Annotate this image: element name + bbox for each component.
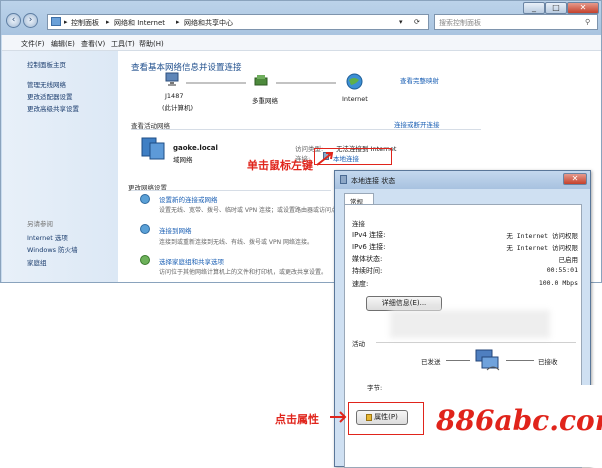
status-row-label: 持续时间: [352,267,383,275]
address-bar[interactable]: ▸ 控制面板 ▸ 网络和 Internet ▸ 网络和共享中心 ▾ ⟳ [47,14,429,30]
see-also-title: 另请参阅 [27,220,53,228]
menu-edit[interactable]: 编辑(E) [51,39,75,49]
connect-disconnect-link[interactable]: 连接或断开连接 [394,119,440,129]
breadcrumb-item-control-panel[interactable]: 控制面板 [71,18,99,28]
map-connector-line [276,82,336,84]
computer-icon [165,71,181,87]
map-node-network-label: 多重网络 [252,97,278,105]
status-row-label: IPv6 连接: [352,243,386,251]
folder-icon [51,17,61,26]
status-row: 媒体状态: 已启用 [352,254,578,264]
bytes-label: 字节: [367,384,383,392]
status-row: IPv4 连接: 无 Internet 访问权限 [352,230,578,240]
menu-bar: 文件(F) 编辑(E) 查看(V) 工具(T) 帮助(H) [2,35,601,51]
annotation-arrow [316,152,334,166]
breadcrumb-separator: ▸ [64,18,68,26]
annotation-left-click: 单击鼠标左键 [247,159,313,172]
divider [376,342,576,343]
status-row: 持续时间: 00:55:01 [352,266,578,276]
task-connect-network[interactable]: 连接到网络 [159,225,192,235]
close-button[interactable]: ✕ [567,2,599,14]
ethernet-icon [340,175,347,184]
network-icon [253,73,269,89]
connection-section-title: 连接 [352,220,365,228]
local-connection-link[interactable]: 本地连接 [333,153,359,163]
full-map-link[interactable]: 查看完整映射 [400,75,439,85]
sidebar-item-firewall[interactable]: Windows 防火墙 [27,244,78,254]
received-line [506,360,534,361]
blurred-region [390,310,550,338]
annotation-arrow [330,411,347,423]
maximize-button[interactable]: □ [545,2,567,14]
new-connection-icon [140,194,150,204]
dialog-title: 本地连接 状态 [351,177,396,185]
status-row-label: 速度: [352,280,369,288]
breadcrumb-item-sharing-center[interactable]: 网络和共享中心 [184,18,233,28]
status-row-label: 媒体状态: [352,255,383,263]
breadcrumb-separator: ▸ [176,18,180,26]
status-row: IPv6 连接: 无 Internet 访问权限 [352,242,578,252]
activity-section-title: 活动 [352,340,365,348]
map-connector-line [186,82,246,84]
status-row-value: 已启用 [558,256,579,264]
task-homegroup[interactable]: 选择家庭组和共享选项 [159,256,224,266]
details-button[interactable]: 详细信息(E)... [366,296,442,311]
map-node-internet-label: Internet [342,95,368,103]
divider [131,129,481,130]
status-row-label: IPv4 连接: [352,231,386,239]
network-name: gaoke.local [173,144,218,152]
network-type[interactable]: 域网络 [173,154,193,164]
homegroup-icon [140,255,150,265]
shield-icon [366,413,373,421]
breadcrumb-item-network-internet[interactable]: 网络和 Internet [114,18,165,28]
divider [131,190,331,191]
task-homegroup-desc: 访问位于其他网络计算机上的文件和打印机，或更改共享设置。 [159,269,328,276]
status-row-value: 100.0 Mbps [538,279,578,287]
back-button[interactable]: ‹ [6,13,21,28]
dialog-close-button[interactable]: ✕ [563,173,587,185]
sent-label: 已发送 [421,358,441,366]
properties-button[interactable]: 属性(P) [356,410,408,425]
menu-tools[interactable]: 工具(T) [111,39,135,49]
sidebar-item-advanced-sharing[interactable]: 更改高级共享设置 [27,103,79,113]
globe-icon [346,73,363,90]
task-connect-network-desc: 连接到或重新连接到无线、有线、拨号或 VPN 网络连接。 [159,239,314,246]
sent-line [446,360,470,361]
title-bar: _ □ ✕ ‹ › ▸ 控制面板 ▸ 网络和 Internet ▸ 网络和共享中… [1,1,601,35]
search-input[interactable]: 搜索控制面板 ⚲ [434,14,598,30]
menu-help[interactable]: 帮助(H) [139,39,164,49]
sidebar: 控制面板主页 管理无线网络 更改适配器设置 更改高级共享设置 另请参阅 Inte… [2,51,118,282]
annotation-click-properties: 点击属性 [275,413,319,426]
received-label: 已接收 [538,358,558,366]
domain-network-icon [140,135,166,161]
task-setup-connection-desc: 设置无线、宽带、拨号、临时或 VPN 连接；或设置路由器或访问点。 [159,207,344,214]
task-setup-connection[interactable]: 设置新的连接或网络 [159,194,218,204]
sidebar-item-homegroup[interactable]: 家庭组 [27,257,47,267]
menu-view[interactable]: 查看(V) [81,39,105,49]
minimize-button[interactable]: _ [523,2,545,14]
status-row-value: 无 Internet 访问权限 [506,244,578,252]
status-row-value: 无 Internet 访问权限 [506,232,578,240]
map-node-computer-label: J1487 [165,92,184,100]
connect-network-icon [140,224,150,234]
search-placeholder: 搜索控制面板 [439,19,481,27]
network-activity-icon [473,348,503,372]
status-row: 速度: 100.0 Mbps [352,279,578,289]
dialog-title-bar: 本地连接 状态 ✕ [335,171,590,189]
forward-button[interactable]: › [23,13,38,28]
watermark-text: 886abc.com [436,404,602,437]
map-node-computer-sub: (此计算机) [162,104,194,112]
menu-file[interactable]: 文件(F) [21,39,45,49]
breadcrumb-separator: ▸ [106,18,110,26]
sidebar-item-adapter-settings[interactable]: 更改适配器设置 [27,91,73,101]
refresh-icon[interactable]: ⟳ [414,18,420,26]
properties-button-label: 属性(P) [374,413,398,421]
status-row-value: 00:55:01 [546,266,578,274]
search-icon[interactable]: ⚲ [585,18,590,26]
page-title: 查看基本网络信息并设置连接 [131,63,242,73]
sidebar-item-internet-options[interactable]: Internet 选项 [27,232,68,242]
address-dropdown-icon[interactable]: ▾ [399,18,403,26]
sidebar-item-home[interactable]: 控制面板主页 [27,59,66,69]
sidebar-item-manage-wireless[interactable]: 管理无线网络 [27,79,66,89]
